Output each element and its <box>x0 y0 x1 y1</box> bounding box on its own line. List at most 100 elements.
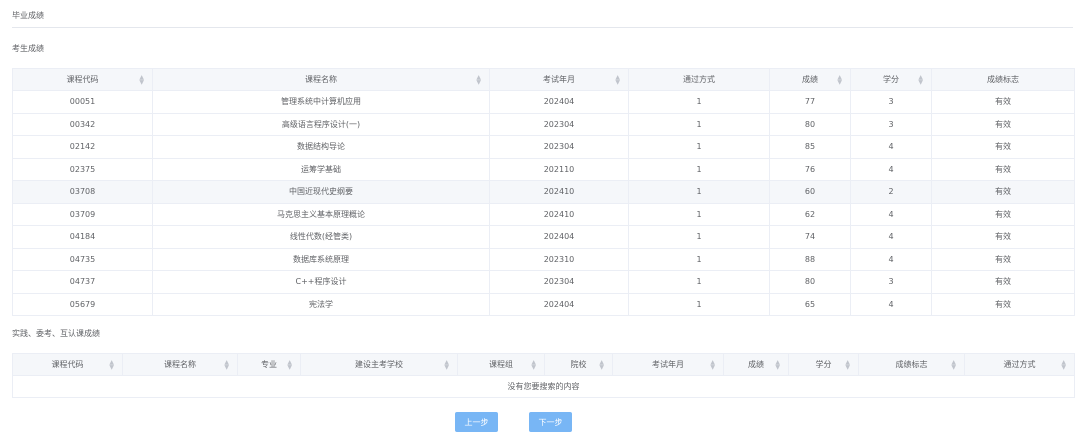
sort-icon[interactable]: ▲ ▼ <box>109 359 114 370</box>
table-cell: 80 <box>769 112 851 136</box>
table-row[interactable]: 02142 数据结构导论 202304 1 85 4 有效 <box>12 135 1075 159</box>
table-cell: 05679 <box>12 292 153 316</box>
col-header-score-flag: 成绩标志 <box>931 68 1075 91</box>
practice-col-header[interactable]: 课程名称 ▲ ▼ <box>122 353 238 376</box>
table-cell: 有效 <box>931 157 1075 181</box>
title-divider <box>12 27 1073 28</box>
sort-icon[interactable]: ▲ ▼ <box>224 359 229 370</box>
sort-icon[interactable]: ▲ ▼ <box>599 359 604 370</box>
table-cell: 88 <box>769 247 851 271</box>
practice-scores-table: 课程代码 ▲ ▼ 课程名称 ▲ ▼ 专业 ▲ ▼ 建设主考学校 ▲ ▼ 课程组 ▲ ▼ 院校 ▲ ▼ 考试年月 ▲ ▼ 成… <box>12 353 1075 398</box>
table-cell: 202404 <box>489 292 629 316</box>
col-header-credit[interactable]: 学分 ▲ ▼ <box>850 68 932 91</box>
col-header-pass-method: 通过方式 <box>628 68 770 91</box>
table-row[interactable]: 05679 宪法学 202404 1 65 4 有效 <box>12 292 1075 316</box>
table-cell: 03708 <box>12 180 153 204</box>
table-cell: 1 <box>628 202 770 226</box>
table-row[interactable]: 04184 线性代数(经管类) 202404 1 74 4 有效 <box>12 225 1075 249</box>
practice-col-header[interactable]: 专业 ▲ ▼ <box>237 353 301 376</box>
col-header-course-code[interactable]: 课程代码 ▲ ▼ <box>12 68 153 91</box>
sort-icon[interactable]: ▲ ▼ <box>845 359 850 370</box>
next-button[interactable]: 下一步 <box>529 412 572 432</box>
practice-col-header[interactable]: 成绩标志 ▲ ▼ <box>858 353 965 376</box>
prev-button[interactable]: 上一步 <box>455 412 498 432</box>
table-cell: 有效 <box>931 202 1075 226</box>
practice-col-header[interactable]: 课程组 ▲ ▼ <box>457 353 545 376</box>
table-cell: 00051 <box>12 90 153 114</box>
table-cell: 65 <box>769 292 851 316</box>
empty-text: 没有您要搜索的内容 <box>12 375 1075 398</box>
col-header-score[interactable]: 成绩 ▲ ▼ <box>769 68 851 91</box>
table-cell: 数据库系统原理 <box>152 247 490 271</box>
sort-icon[interactable]: ▲ ▼ <box>476 74 481 85</box>
practice-col-header[interactable]: 考试年月 ▲ ▼ <box>612 353 724 376</box>
sort-icon[interactable]: ▲ ▼ <box>444 359 449 370</box>
table-cell: 1 <box>628 247 770 271</box>
table-cell: 02142 <box>12 135 153 159</box>
table-row[interactable]: 00342 高级语言程序设计(一) 202304 1 80 3 有效 <box>12 112 1075 136</box>
table-cell: 202404 <box>489 225 629 249</box>
sort-icon[interactable]: ▲ ▼ <box>775 359 780 370</box>
sort-icon[interactable]: ▲ ▼ <box>918 74 923 85</box>
practice-col-header[interactable]: 院校 ▲ ▼ <box>544 353 613 376</box>
col-header-course-name[interactable]: 课程名称 ▲ ▼ <box>152 68 490 91</box>
table-cell: 有效 <box>931 135 1075 159</box>
table-cell: 有效 <box>931 270 1075 294</box>
table-row[interactable]: 03709 马克思主义基本原理概论 202410 1 62 4 有效 <box>12 202 1075 226</box>
sort-icon[interactable]: ▲ ▼ <box>139 74 144 85</box>
exam-table-header: 课程代码 ▲ ▼ 课程名称 ▲ ▼ 考试年月 ▲ ▼ 通过方式 成绩 ▲ ▼ 学分 ▲ ▼ 成绩标志 <box>12 68 1075 91</box>
table-cell: 1 <box>628 180 770 204</box>
table-cell: 3 <box>850 270 932 294</box>
table-row[interactable]: 02375 运筹学基础 202110 1 76 4 有效 <box>12 157 1075 181</box>
table-cell: 74 <box>769 225 851 249</box>
table-cell: 4 <box>850 157 932 181</box>
table-cell: 03709 <box>12 202 153 226</box>
table-cell: 76 <box>769 157 851 181</box>
sort-icon[interactable]: ▲ ▼ <box>531 359 536 370</box>
table-cell: 202304 <box>489 135 629 159</box>
table-cell: 202410 <box>489 202 629 226</box>
table-cell: 3 <box>850 90 932 114</box>
table-cell: 80 <box>769 270 851 294</box>
table-cell: 2 <box>850 180 932 204</box>
sort-icon[interactable]: ▲ ▼ <box>1061 359 1066 370</box>
table-cell: 有效 <box>931 112 1075 136</box>
table-cell: 4 <box>850 202 932 226</box>
table-cell: 4 <box>850 247 932 271</box>
table-row[interactable]: 04735 数据库系统原理 202310 1 88 4 有效 <box>12 247 1075 271</box>
table-cell: 有效 <box>931 180 1075 204</box>
sort-icon[interactable]: ▲ ▼ <box>951 359 956 370</box>
sort-icon[interactable]: ▲ ▼ <box>837 74 842 85</box>
practice-table-header: 课程代码 ▲ ▼ 课程名称 ▲ ▼ 专业 ▲ ▼ 建设主考学校 ▲ ▼ 课程组 ▲ ▼ 院校 ▲ ▼ 考试年月 ▲ ▼ 成… <box>12 353 1075 376</box>
table-cell: 4 <box>850 292 932 316</box>
practice-col-header[interactable]: 课程代码 ▲ ▼ <box>12 353 123 376</box>
practice-col-header[interactable]: 建设主考学校 ▲ ▼ <box>300 353 458 376</box>
table-cell: 3 <box>850 112 932 136</box>
table-cell: 00342 <box>12 112 153 136</box>
table-cell: C++程序设计 <box>152 270 490 294</box>
table-cell: 高级语言程序设计(一) <box>152 112 490 136</box>
table-cell: 04735 <box>12 247 153 271</box>
table-cell: 202304 <box>489 270 629 294</box>
sort-icon[interactable]: ▲ ▼ <box>287 359 292 370</box>
table-cell: 1 <box>628 135 770 159</box>
sort-icon[interactable]: ▲ ▼ <box>710 359 715 370</box>
table-cell: 77 <box>769 90 851 114</box>
col-header-exam-date[interactable]: 考试年月 ▲ ▼ <box>489 68 629 91</box>
table-cell: 4 <box>850 135 932 159</box>
practice-col-header[interactable]: 通过方式 ▲ ▼ <box>964 353 1075 376</box>
table-row[interactable]: 04737 C++程序设计 202304 1 80 3 有效 <box>12 270 1075 294</box>
practice-col-header[interactable]: 成绩 ▲ ▼ <box>723 353 789 376</box>
table-row[interactable]: 00051 管理系统中计算机应用 202404 1 77 3 有效 <box>12 90 1075 114</box>
exam-scores-table: 课程代码 ▲ ▼ 课程名称 ▲ ▼ 考试年月 ▲ ▼ 通过方式 成绩 ▲ ▼ 学分 ▲ ▼ 成绩标志… <box>12 68 1075 316</box>
table-cell: 马克思主义基本原理概论 <box>152 202 490 226</box>
practice-col-header[interactable]: 学分 ▲ ▼ <box>788 353 859 376</box>
table-cell: 04184 <box>12 225 153 249</box>
table-cell: 有效 <box>931 247 1075 271</box>
table-cell: 线性代数(经管类) <box>152 225 490 249</box>
table-row[interactable]: 03708 中国近现代史纲要 202410 1 60 2 有效 <box>12 180 1075 204</box>
sort-icon[interactable]: ▲ ▼ <box>615 74 620 85</box>
exam-section-title: 考生成绩 <box>12 44 44 53</box>
table-cell: 4 <box>850 225 932 249</box>
table-cell: 85 <box>769 135 851 159</box>
